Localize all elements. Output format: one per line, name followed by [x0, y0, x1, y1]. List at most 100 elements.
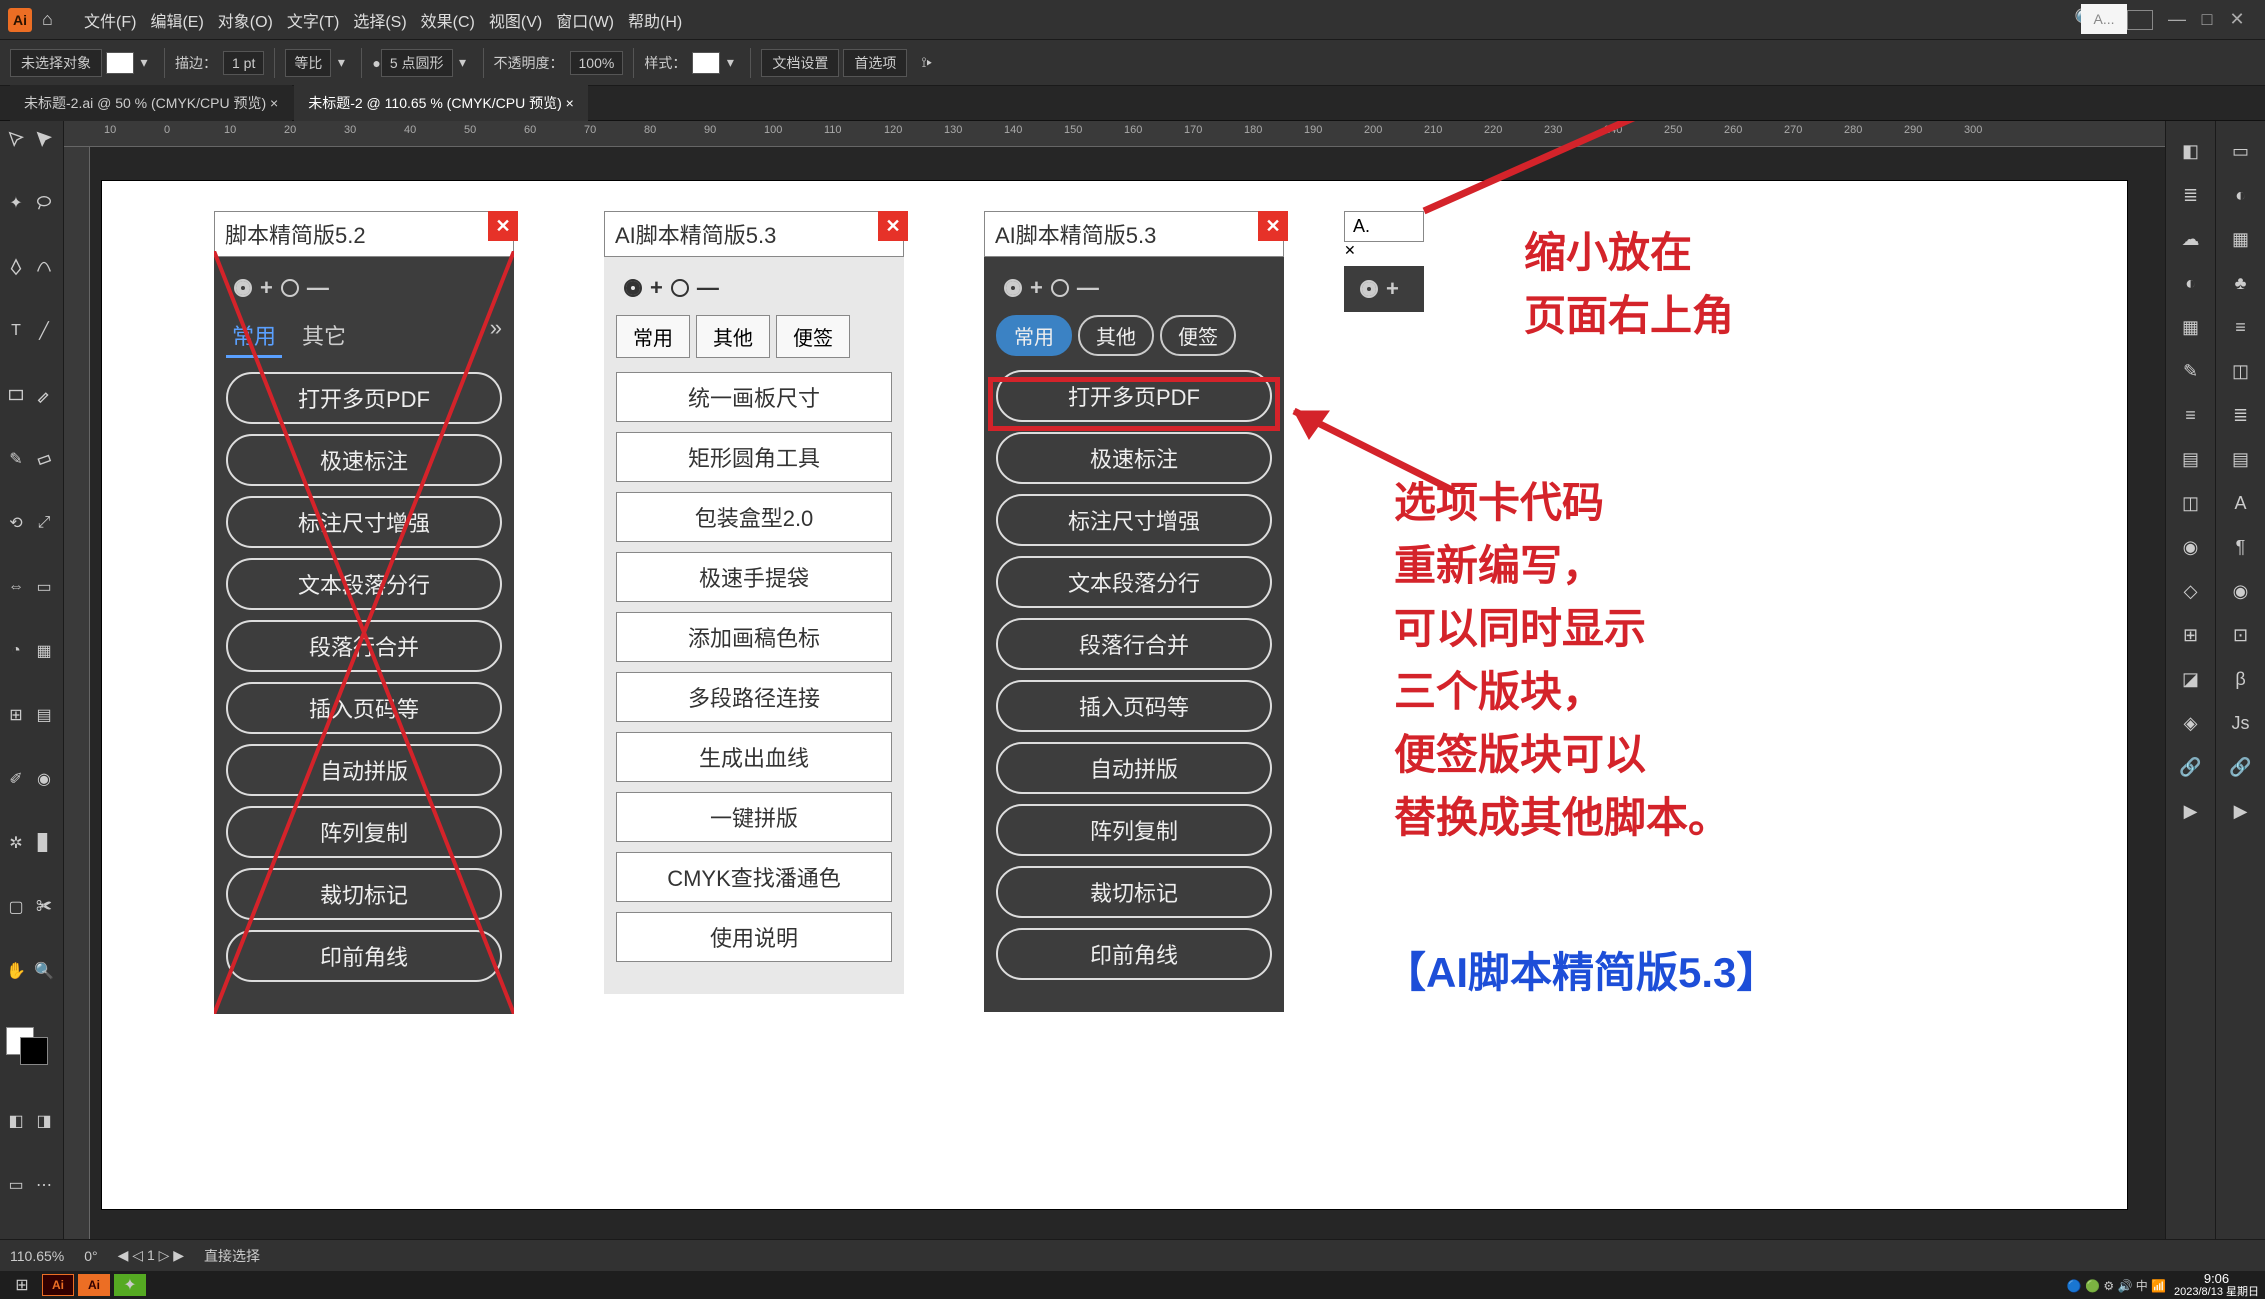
opacity-input[interactable]: 100%	[570, 51, 624, 75]
zoom-level[interactable]: 110.65%	[10, 1248, 64, 1264]
menu-help[interactable]: 帮助(H)	[628, 8, 682, 32]
panel-icon[interactable]: ⊡	[2221, 615, 2261, 655]
close-icon[interactable]: ×	[270, 95, 278, 111]
transform-icon[interactable]: ◈	[2171, 703, 2211, 743]
menu-object[interactable]: 对象(O)	[218, 8, 273, 32]
panel-icon[interactable]: A	[2221, 483, 2261, 523]
radio-on[interactable]	[624, 279, 642, 297]
taskbar-ai-1[interactable]: Ai	[42, 1274, 74, 1296]
window-maximize[interactable]: □	[2197, 9, 2217, 30]
scale-mode[interactable]: 等比	[285, 49, 331, 77]
tab-common[interactable]: 常用	[996, 315, 1072, 356]
links-icon[interactable]: 🔗	[2171, 747, 2211, 787]
align-icon[interactable]: ⊞	[2171, 615, 2211, 655]
taskbar-ai-2[interactable]: Ai	[78, 1274, 110, 1296]
zoom-tool[interactable]: 🔍	[30, 957, 58, 985]
doc-tab-1[interactable]: 未标题-2.ai @ 50 % (CMYK/CPU 预览) ×	[10, 85, 292, 121]
btn-auto-impose[interactable]: 自动拼版	[996, 742, 1272, 794]
layers-icon[interactable]: ≣	[2171, 175, 2211, 215]
pathfinder-icon[interactable]: ◪	[2171, 659, 2211, 699]
menu-select[interactable]: 选择(S)	[353, 8, 406, 32]
style-swatch[interactable]	[692, 52, 720, 74]
btn-crop-mark[interactable]: 裁切标记	[996, 866, 1272, 918]
close-button[interactable]: ✕	[1344, 242, 1368, 266]
line-tool[interactable]: ╱	[30, 317, 58, 345]
perspective-tool[interactable]: ▦	[30, 637, 58, 665]
libraries-icon[interactable]: ☁	[2171, 219, 2211, 259]
stroke-icon[interactable]: ≡	[2171, 395, 2211, 435]
radio-on[interactable]	[1360, 280, 1378, 298]
symbol-sprayer-tool[interactable]: ✲	[2, 829, 30, 857]
panel-icon[interactable]: ¶	[2221, 527, 2261, 567]
tab-notes[interactable]: 便签	[1160, 315, 1236, 356]
mesh-tool[interactable]: ⊞	[2, 701, 30, 729]
btn-bag[interactable]: 极速手提袋	[616, 552, 892, 602]
btn-cmyk-pantone[interactable]: CMYK查找潘通色	[616, 852, 892, 902]
btn-help[interactable]: 使用说明	[616, 912, 892, 962]
draw-mode[interactable]: ◨	[30, 1107, 58, 1135]
panel-icon[interactable]: ▤	[2221, 439, 2261, 479]
close-button[interactable]: ✕	[878, 211, 908, 241]
btn-page-num[interactable]: 插入页码等	[996, 680, 1272, 732]
radio-off[interactable]	[1051, 279, 1069, 297]
btn-color-mark[interactable]: 添加画稿色标	[616, 612, 892, 662]
brushes-icon[interactable]: ✎	[2171, 351, 2211, 391]
panel-icon[interactable]: 🔗	[2221, 747, 2261, 787]
panel-icon[interactable]: Js	[2221, 703, 2261, 743]
btn-line-merge[interactable]: 段落行合并	[996, 618, 1272, 670]
btn-rect-corner[interactable]: 矩形圆角工具	[616, 432, 892, 482]
btn-array-copy[interactable]: 阵列复制	[996, 804, 1272, 856]
slice-tool[interactable]: ✀	[30, 893, 58, 921]
artboard-nav[interactable]: ◀ ◁ 1 ▷ ▶	[118, 1247, 184, 1264]
btn-speed-mark[interactable]: 极速标注	[226, 434, 502, 486]
color-icon[interactable]: ◐	[2171, 263, 2211, 303]
screen-mode[interactable]: ▭	[2, 1171, 30, 1199]
gradient-tool[interactable]: ▤	[30, 701, 58, 729]
more-icon[interactable]: »	[490, 315, 502, 358]
swatches-icon[interactable]: ▦	[2171, 307, 2211, 347]
menu-effect[interactable]: 效果(C)	[421, 8, 475, 32]
panel-icon[interactable]: β	[2221, 659, 2261, 699]
radio-off[interactable]	[281, 279, 299, 297]
type-tool[interactable]: T	[2, 317, 30, 345]
btn-size-mark[interactable]: 标注尺寸增强	[226, 496, 502, 548]
panel-icon[interactable]: ≡	[2221, 307, 2261, 347]
btn-one-impose[interactable]: 一键拼版	[616, 792, 892, 842]
menu-file[interactable]: 文件(F)	[84, 8, 136, 32]
start-button[interactable]: ⊞	[6, 1274, 38, 1296]
panel-icon[interactable]: ♣	[2221, 263, 2261, 303]
btn-corner-line[interactable]: 印前角线	[996, 928, 1272, 980]
panel-icon[interactable]: ◉	[2221, 571, 2261, 611]
scale-tool[interactable]: ⤢	[30, 509, 58, 537]
artboard-tool[interactable]: ▢	[2, 893, 30, 921]
btn-array-copy[interactable]: 阵列复制	[226, 806, 502, 858]
shape-builder-tool[interactable]: ◔	[2, 637, 30, 665]
paintbrush-tool[interactable]	[30, 381, 58, 409]
appearance-icon[interactable]: ◉	[2171, 527, 2211, 567]
doc-tab-2[interactable]: 未标题-2 @ 110.65 % (CMYK/CPU 预览) ×	[294, 85, 588, 121]
window-close[interactable]: ✕	[2227, 9, 2247, 30]
rectangle-tool[interactable]	[2, 381, 30, 409]
color-mode[interactable]: ◧	[2, 1107, 30, 1135]
edit-toolbar[interactable]: ⋯	[30, 1171, 58, 1199]
btn-path-join[interactable]: 多段路径连接	[616, 672, 892, 722]
rotation[interactable]: 0°	[84, 1248, 97, 1264]
tab-notes[interactable]: 便签	[776, 315, 850, 358]
btn-auto-impose[interactable]: 自动拼版	[226, 744, 502, 796]
actions-icon[interactable]: ▶	[2171, 791, 2211, 831]
menu-edit[interactable]: 编辑(E)	[150, 8, 203, 32]
tab-other[interactable]: 其他	[696, 315, 770, 358]
close-button[interactable]: ✕	[1258, 211, 1288, 241]
corner-input[interactable]: 5 点圆形	[381, 49, 453, 77]
tab-other[interactable]: 其他	[1078, 315, 1154, 356]
stroke-width-input[interactable]: 1 pt	[223, 51, 264, 75]
menu-window[interactable]: 窗口(W)	[556, 8, 614, 32]
panel-icon[interactable]: ▶	[2221, 791, 2261, 831]
btn-open-pdf[interactable]: 打开多页PDF	[226, 372, 502, 424]
btn-bleed[interactable]: 生成出血线	[616, 732, 892, 782]
canvas[interactable]: 10 0 10 20 30 40 50 60 70 80 90 100 110 …	[64, 121, 2165, 1239]
btn-crop-mark[interactable]: 裁切标记	[226, 868, 502, 920]
btn-text-split[interactable]: 文本段落分行	[996, 556, 1272, 608]
clock[interactable]: 9:06 2023/8/13 星期日	[2174, 1272, 2259, 1298]
taskbar-app[interactable]: ✦	[114, 1274, 146, 1296]
